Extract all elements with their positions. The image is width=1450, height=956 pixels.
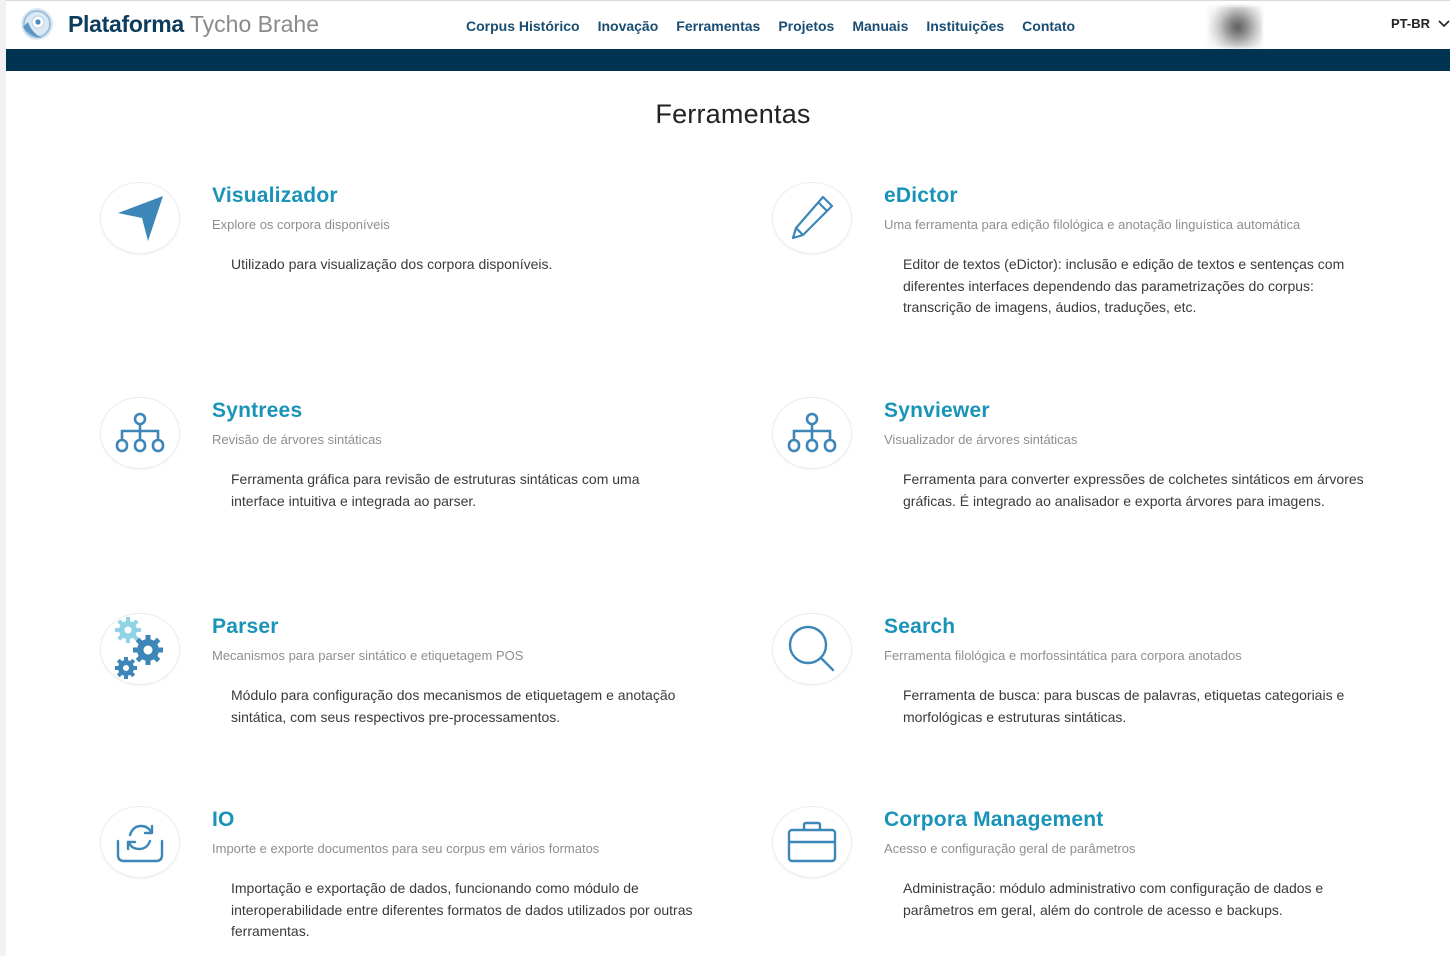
brand-light: Tycho Brahe — [189, 11, 320, 37]
paper-plane-icon — [118, 196, 163, 241]
tool-icon-button[interactable] — [772, 613, 852, 685]
sitemap-icon — [787, 412, 837, 453]
tool-description: Utilizado para visualização dos corpora … — [231, 256, 553, 272]
search-icon — [788, 625, 835, 672]
tool-title[interactable]: Corpora Management — [884, 806, 1103, 834]
tool-subtitle: Importe e exporte documentos para seu co… — [212, 841, 600, 856]
left-edge — [0, 0, 6, 956]
import-export-icon — [116, 824, 164, 863]
nav-band — [6, 49, 1450, 71]
tool-description: Administração: módulo administrativo com… — [903, 880, 1324, 918]
tool-title[interactable]: IO — [212, 806, 235, 834]
tool-subtitle: Uma ferramenta para edição filológica e … — [884, 217, 1301, 232]
tool-icon-button[interactable] — [100, 397, 180, 469]
tool-title[interactable]: Parser — [212, 613, 279, 641]
tool-subtitle: Mecanismos para parser sintático e etiqu… — [212, 648, 524, 663]
tool-description: Módulo para configuração dos mecanismos … — [231, 687, 676, 725]
nav-projetos[interactable]: Projetos — [778, 16, 834, 36]
tool-icon-button[interactable] — [100, 182, 180, 254]
language-selector[interactable]: PT-BR — [1391, 16, 1450, 31]
tool-icon-button[interactable] — [772, 397, 852, 469]
tool-description: Ferramenta de busca: para buscas de pala… — [903, 687, 1345, 725]
tool-title[interactable]: Visualizador — [212, 182, 338, 210]
eye-logo-icon[interactable] — [20, 7, 54, 41]
page-title: Ferramentas — [655, 99, 811, 129]
briefcase-icon — [787, 821, 837, 863]
nav-corpus-historico[interactable]: Corpus Histórico — [466, 16, 580, 36]
tool-description: Editor de textos (eDictor): inclusão e e… — [903, 256, 1345, 316]
pencil-icon — [791, 195, 834, 240]
tool-icon-button[interactable] — [772, 806, 852, 878]
tool-title[interactable]: Syntrees — [212, 397, 302, 425]
tool-subtitle: Visualizador de árvores sintáticas — [884, 432, 1078, 447]
tool-icon-button[interactable] — [100, 806, 180, 878]
nav-instituicoes[interactable]: Instituições — [926, 16, 1004, 36]
tool-description: Importação e exportação de dados, funcio… — [231, 880, 693, 940]
nav-ferramentas[interactable]: Ferramentas — [676, 16, 760, 36]
tool-subtitle: Ferramenta filológica e morfossintática … — [884, 648, 1242, 663]
tool-title[interactable]: Synviewer — [884, 397, 990, 425]
nav-inovacao[interactable]: Inovação — [598, 16, 659, 36]
chevron-down-icon — [1438, 19, 1450, 27]
tool-title[interactable]: eDictor — [884, 182, 958, 210]
nav-contato[interactable]: Contato — [1022, 16, 1075, 36]
tool-description: Ferramenta gráfica para revisão de estru… — [231, 471, 640, 509]
tool-icon-button[interactable] — [772, 182, 852, 254]
brand-name[interactable]: Plataforma Tycho Brahe — [68, 10, 319, 38]
page: Plataforma Tycho Brahe Corpus Histórico I… — [0, 0, 1450, 956]
tool-subtitle: Acesso e configuração geral de parâmetro… — [884, 841, 1136, 856]
tool-title[interactable]: Search — [884, 613, 955, 641]
tool-description: Ferramenta para converter expressões de … — [903, 471, 1364, 509]
sitemap-icon — [115, 412, 165, 453]
nav-manuais[interactable]: Manuais — [852, 16, 908, 36]
top-header: Plataforma Tycho Brahe Corpus Histórico I… — [6, 0, 1450, 49]
avatar[interactable] — [1208, 6, 1262, 48]
main-nav: Corpus Histórico Inovação Ferramentas Pr… — [466, 16, 1075, 36]
tool-subtitle: Revisão de árvores sintáticas — [212, 432, 382, 447]
tool-subtitle: Explore os corpora disponíveis — [212, 217, 390, 232]
brand-strong: Plataforma — [68, 11, 184, 37]
language-label: PT-BR — [1391, 16, 1430, 31]
gears-icon — [115, 617, 163, 679]
tool-icon-button[interactable] — [100, 613, 180, 685]
